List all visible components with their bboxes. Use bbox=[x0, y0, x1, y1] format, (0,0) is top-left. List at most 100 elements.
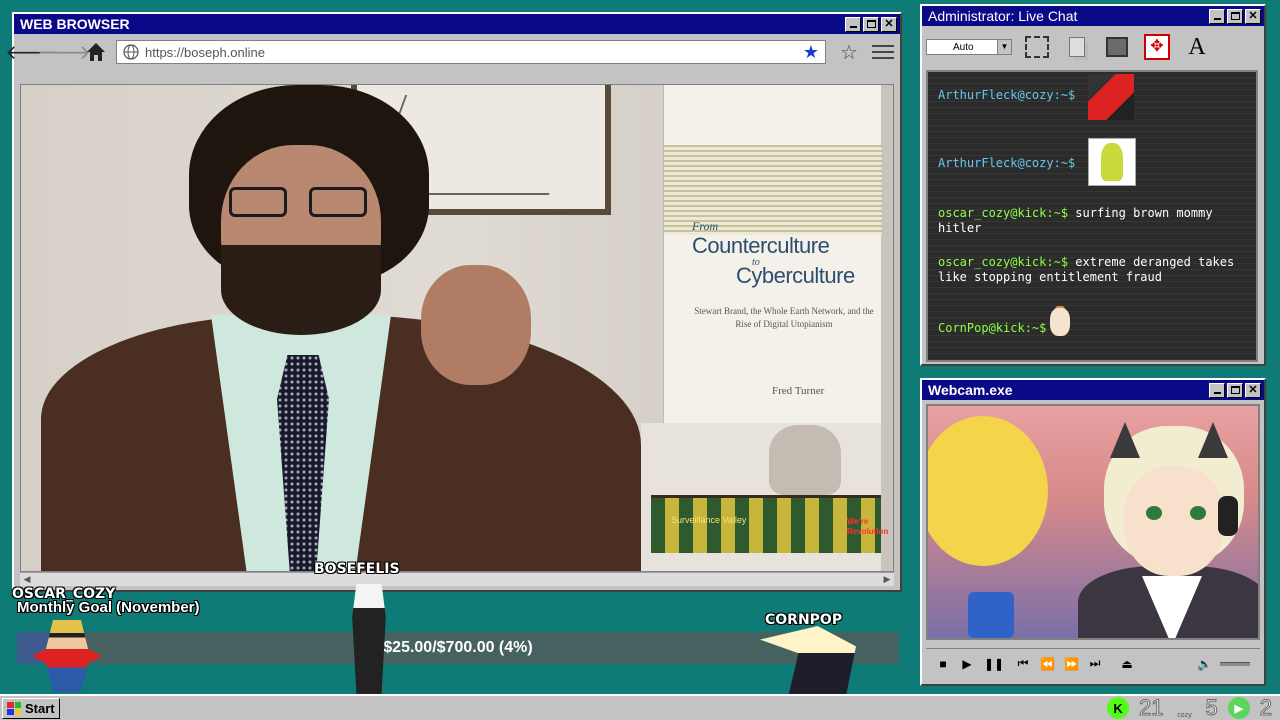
close-icon: ✕ bbox=[1248, 9, 1258, 22]
fast-forward-icon[interactable]: ⏩ bbox=[1064, 657, 1079, 671]
goal-progress-text: $25.00/$700.00 (4%) bbox=[383, 639, 533, 656]
maximize-icon bbox=[866, 20, 876, 28]
person-glasses bbox=[229, 187, 373, 217]
favorites-star-icon[interactable]: ☆ bbox=[834, 40, 864, 65]
book-author: Fred Turner bbox=[772, 385, 825, 397]
volume-slider[interactable] bbox=[1220, 661, 1250, 666]
chat-message: CornPop@kick:~$ bbox=[938, 321, 1046, 336]
kick-viewer-count: 21 bbox=[1139, 695, 1165, 720]
video-watermark: We're Revolution bbox=[847, 517, 889, 536]
webcam-window: Webcam.exe ✕ ■ ▶ ❚❚ ⏮ ⏪ ⏩ ⏭ ⏏ 🔈 bbox=[920, 378, 1266, 686]
start-button[interactable]: Start bbox=[2, 698, 60, 719]
home-icon bbox=[87, 43, 105, 61]
live-chat-window: Administrator: Live Chat ✕ Auto ▼ ✥ A Ar… bbox=[920, 4, 1266, 366]
scroll-right-icon[interactable]: ▶ bbox=[880, 573, 894, 586]
player-controls: ■ ▶ ❚❚ ⏮ ⏪ ⏩ ⏭ ⏏ 🔈 bbox=[926, 648, 1260, 678]
avatar-face bbox=[1124, 466, 1224, 576]
start-label: Start bbox=[25, 701, 55, 716]
play-icon[interactable]: ▶ bbox=[960, 657, 974, 671]
headset bbox=[1218, 496, 1238, 536]
kick-icon[interactable]: K bbox=[1107, 697, 1130, 719]
minimize-icon bbox=[849, 26, 857, 28]
cozy-icon[interactable]: cozy bbox=[1174, 697, 1196, 719]
book-subtitle: Stewart Brand, the Whole Earth Network, … bbox=[694, 306, 874, 329]
minimize-icon bbox=[1213, 18, 1221, 20]
eject-icon[interactable]: ⏏ bbox=[1120, 657, 1134, 671]
copy-tool[interactable] bbox=[1062, 32, 1092, 62]
chevron-down-icon: ▼ bbox=[997, 40, 1011, 54]
webcam-title: Webcam.exe bbox=[928, 382, 1013, 398]
chat-titlebar[interactable]: Administrator: Live Chat ✕ bbox=[922, 6, 1264, 26]
minimize-button[interactable] bbox=[1209, 8, 1225, 24]
person-beard bbox=[221, 245, 381, 335]
scroll-left-icon[interactable]: ◀ bbox=[20, 573, 34, 586]
chat-username: oscar_cozy@kick:~$ bbox=[938, 206, 1069, 220]
chat-username: CornPop@kick:~$ bbox=[938, 321, 1047, 335]
chat-messages[interactable]: ArthurFleck@cozy:~$ ArthurFleck@cozy:~$ … bbox=[926, 70, 1258, 362]
plush-toy bbox=[928, 416, 1048, 566]
horizontal-scrollbar[interactable]: ◀ ▶ bbox=[20, 572, 894, 586]
speaker-icon: 🔈 bbox=[1197, 656, 1212, 671]
chat-message: ArthurFleck@cozy:~$ bbox=[938, 88, 1075, 103]
chat-username: ArthurFleck@cozy:~$ bbox=[938, 88, 1076, 102]
sprite-name-label: CORNPOP bbox=[765, 612, 843, 628]
skip-previous-icon[interactable]: ⏮ bbox=[1016, 656, 1030, 671]
copy-icon bbox=[1069, 37, 1085, 57]
font-size-select[interactable]: Auto ▼ bbox=[926, 39, 1012, 55]
font-size-value: Auto bbox=[953, 41, 974, 53]
webcam-titlebar[interactable]: Webcam.exe ✕ bbox=[922, 380, 1264, 400]
red-emote-icon bbox=[1088, 74, 1134, 120]
blue-cup bbox=[968, 592, 1014, 638]
pause-icon[interactable]: ❚❚ bbox=[984, 657, 1004, 671]
menu-icon bbox=[872, 45, 894, 47]
maximize-button[interactable] bbox=[1227, 382, 1243, 398]
book-from: From bbox=[692, 219, 719, 233]
paste-tool[interactable] bbox=[1102, 32, 1132, 62]
forward-button[interactable]: 🡒 bbox=[37, 40, 91, 64]
stop-icon[interactable]: ■ bbox=[936, 657, 950, 671]
close-button[interactable]: ✕ bbox=[1245, 382, 1261, 398]
address-bar[interactable]: https://boseph.online ★ bbox=[116, 40, 826, 64]
pixel-sprite bbox=[32, 620, 102, 692]
person-hand bbox=[421, 265, 531, 385]
book-cover: From Counterculture to Cyberculture Stew… bbox=[663, 85, 882, 423]
glass-jar bbox=[769, 425, 841, 495]
chat-message: oscar_cozy@kick:~$ extreme deranged take… bbox=[938, 255, 1248, 285]
browser-titlebar[interactable]: WEB BROWSER ✕ bbox=[14, 14, 900, 34]
browser-title: WEB BROWSER bbox=[20, 16, 130, 32]
font-icon: A bbox=[1188, 33, 1206, 60]
minimize-button[interactable] bbox=[845, 16, 861, 32]
maximize-button[interactable] bbox=[1227, 8, 1243, 24]
volume-control[interactable]: 🔈 bbox=[1197, 657, 1250, 671]
chat-title: Administrator: Live Chat bbox=[928, 8, 1078, 24]
home-button[interactable] bbox=[84, 40, 108, 64]
browser-window: WEB BROWSER ✕ 🡐 🡒 https://boseph.online … bbox=[5, 12, 902, 592]
sprite-name-label: BOSEFELIS bbox=[314, 561, 400, 577]
move-icon: ✥ bbox=[1144, 34, 1170, 60]
maximize-button[interactable] bbox=[863, 16, 879, 32]
menu-button[interactable] bbox=[872, 45, 894, 59]
minimize-icon bbox=[1213, 392, 1221, 394]
maximize-icon bbox=[1230, 12, 1240, 20]
font-tool[interactable]: A bbox=[1182, 32, 1212, 62]
close-button[interactable]: ✕ bbox=[1245, 8, 1261, 24]
arrow-right-icon: 🡒 bbox=[37, 41, 91, 64]
goal-progress-bar: $25.00/$700.00 (4%) bbox=[17, 632, 899, 664]
globe-icon bbox=[123, 44, 139, 60]
video-viewport[interactable]: 10 From Counterculture to Cyberculture S… bbox=[20, 84, 894, 572]
rewind-icon[interactable]: ⏪ bbox=[1040, 657, 1055, 671]
move-tool[interactable]: ✥ bbox=[1142, 32, 1172, 62]
bookmark-star-icon[interactable]: ★ bbox=[803, 42, 819, 63]
pixel-sprite bbox=[352, 584, 386, 694]
play-icon[interactable]: ▶ bbox=[1227, 697, 1250, 719]
select-tool[interactable] bbox=[1022, 32, 1052, 62]
book-title-1: Counterculture bbox=[692, 233, 830, 258]
minimize-button[interactable] bbox=[1209, 382, 1225, 398]
chat-toolbar: Auto ▼ ✥ A bbox=[922, 26, 1264, 68]
book-title-2: Cyberculture bbox=[736, 263, 855, 288]
play-viewer-count: 2 bbox=[1259, 695, 1272, 720]
avatar-eyes bbox=[1142, 506, 1212, 520]
system-tray: K 21 cozy 5 ▶ 2 bbox=[1107, 695, 1273, 720]
close-button[interactable]: ✕ bbox=[881, 16, 897, 32]
skip-next-icon[interactable]: ⏭ bbox=[1088, 656, 1102, 671]
